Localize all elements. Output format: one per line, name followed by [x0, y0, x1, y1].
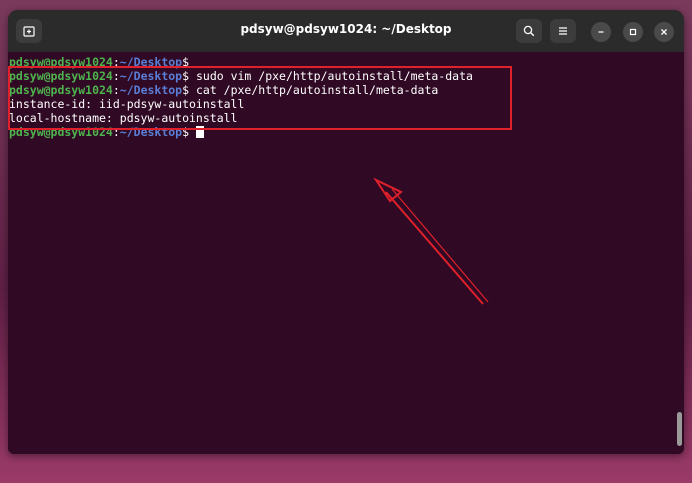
maximize-icon — [629, 28, 637, 36]
window-title: pdsyw@pdsyw1024: ~/Desktop — [240, 22, 452, 36]
terminal-window: pdsyw@pdsyw1024: ~/Desktop pdsyw@pdsyw10… — [8, 10, 684, 454]
maximize-button[interactable] — [623, 22, 643, 42]
scrollbar-thumb[interactable] — [677, 412, 682, 446]
search-button[interactable] — [516, 19, 542, 43]
close-icon — [661, 29, 667, 35]
hamburger-menu-icon — [559, 27, 567, 35]
minimize-button[interactable] — [591, 22, 611, 42]
terminal-output[interactable]: pdsyw@pdsyw1024:~/Desktop$ pdsyw@pdsyw10… — [8, 52, 684, 454]
search-icon — [523, 25, 535, 37]
minimize-icon — [598, 31, 604, 33]
annotation-arrow — [373, 177, 489, 305]
close-button[interactable] — [654, 22, 674, 42]
title-bar: pdsyw@pdsyw1024: ~/Desktop — [8, 10, 684, 52]
menu-button[interactable] — [550, 19, 576, 43]
